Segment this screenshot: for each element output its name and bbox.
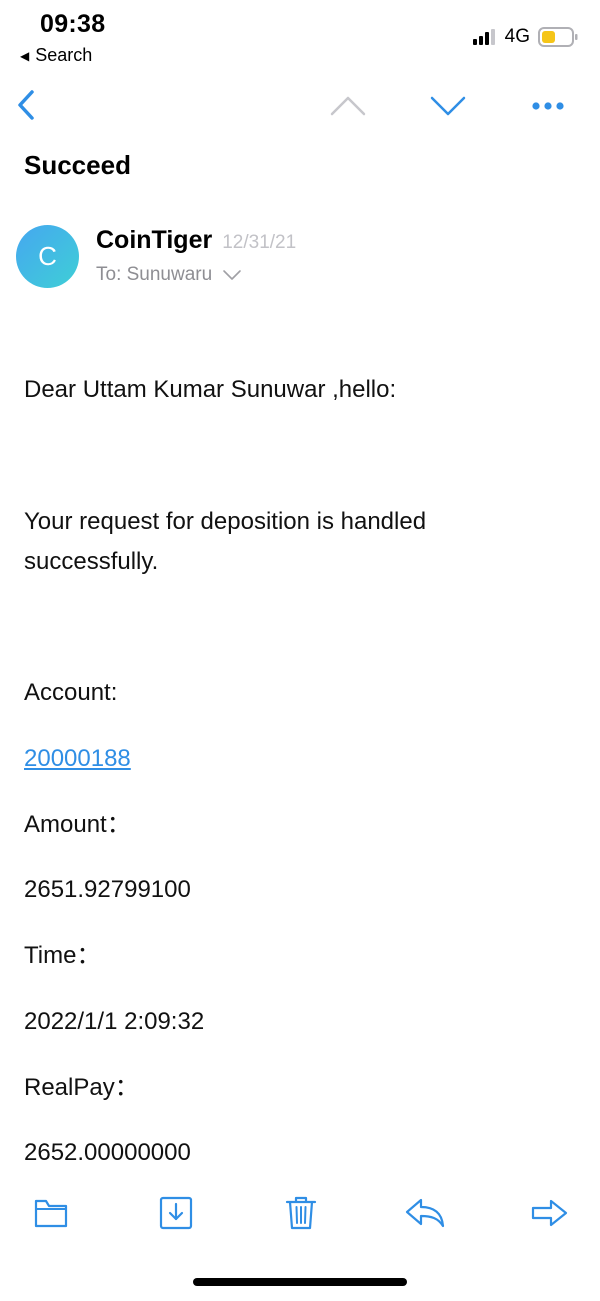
battery-icon	[538, 27, 578, 47]
account-link[interactable]: 20000188	[24, 739, 131, 779]
status-time: 09:38	[40, 10, 106, 38]
reply-button[interactable]	[402, 1190, 448, 1236]
realpay-value: 2652.00000000	[24, 1139, 191, 1166]
chevron-left-icon	[18, 90, 34, 120]
network-type: 4G	[504, 26, 530, 47]
forward-icon	[531, 1199, 568, 1227]
back-to-search[interactable]: ◀ Search	[20, 45, 92, 66]
sender-line: CoinTiger 12/31/21	[96, 226, 296, 255]
chevron-up-icon	[330, 96, 366, 116]
back-to-search-label: Search	[35, 45, 93, 65]
home-indicator[interactable]	[193, 1278, 407, 1286]
time-value: 2022/1/1 2:09:32	[24, 1008, 205, 1035]
chevron-down-icon	[430, 96, 466, 116]
archive-button[interactable]	[153, 1190, 199, 1236]
status-indicators: 4G	[472, 26, 578, 48]
greeting: Dear Uttam Kumar Sunuwar ,hello:	[24, 376, 397, 403]
archive-icon	[159, 1196, 193, 1230]
back-button[interactable]	[8, 84, 52, 128]
email-subject: Succeed	[24, 150, 131, 180]
sender-initial: C	[38, 241, 57, 271]
more-icon	[532, 102, 564, 110]
realpay-label: RealPay：	[24, 1074, 139, 1101]
forward-button[interactable]	[527, 1190, 573, 1236]
amount-label: Amount：	[24, 811, 131, 838]
mail-screen: 09:38 ◀ Search 4G Succeed C CoinTiger 12…	[0, 0, 600, 1301]
account-label: Account:	[24, 679, 118, 706]
trash-icon	[285, 1196, 317, 1230]
more-options-button[interactable]	[526, 84, 570, 128]
sender-name[interactable]: CoinTiger	[96, 226, 212, 255]
signal-icon	[472, 29, 495, 45]
email-date: 12/31/21	[222, 232, 297, 253]
bottom-toolbar	[0, 1178, 600, 1248]
previous-message-button[interactable]	[326, 84, 370, 128]
move-to-folder-button[interactable]	[28, 1190, 74, 1236]
next-message-button[interactable]	[426, 84, 470, 128]
reply-icon	[405, 1198, 445, 1228]
time-label: Time：	[24, 942, 101, 969]
back-triangle-icon: ◀	[20, 48, 30, 63]
recipients-line[interactable]: To: Sunuwaru	[96, 264, 242, 286]
chevron-down-icon	[223, 270, 241, 280]
amount-value: 2651.92799100	[24, 876, 191, 903]
delete-button[interactable]	[278, 1190, 324, 1236]
message-text: Your request for deposition is handled s…	[24, 508, 427, 575]
folder-icon	[34, 1199, 68, 1228]
recipients-text: To: Sunuwaru	[96, 264, 213, 285]
sender-avatar[interactable]: C	[16, 225, 79, 288]
